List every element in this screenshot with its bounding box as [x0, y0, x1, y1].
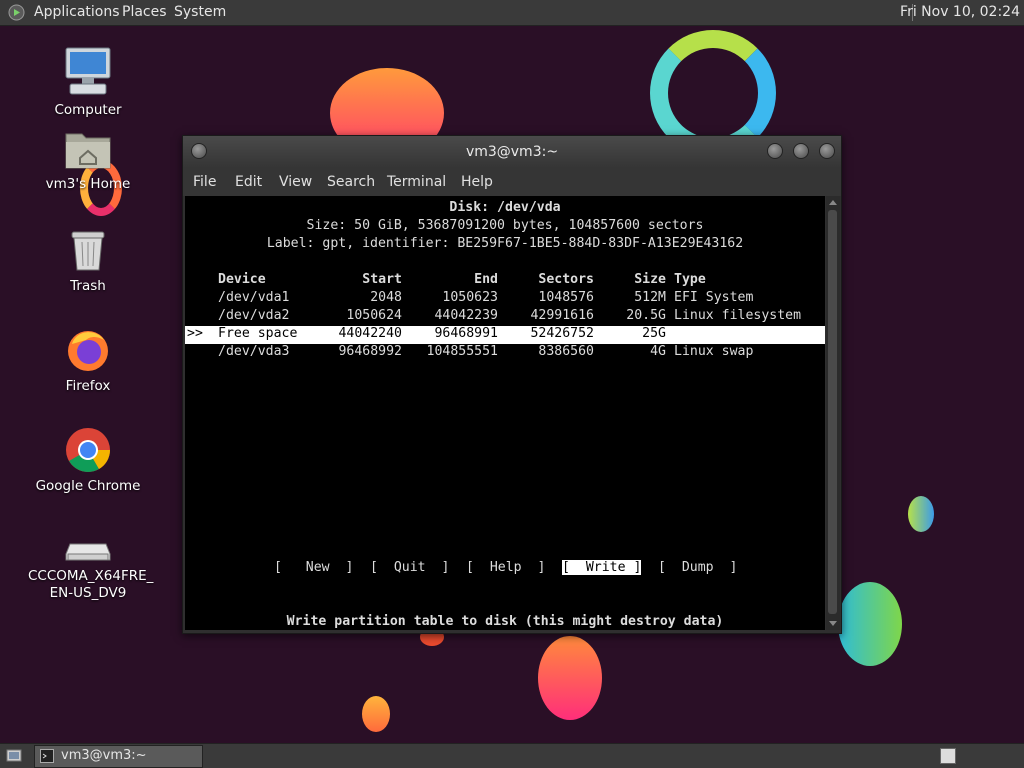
row-size: 25G [642, 326, 666, 341]
taskbar-item-terminal[interactable]: vm3@vm3:~ [34, 745, 203, 768]
scrollbar-thumb[interactable] [828, 210, 837, 614]
computer-icon [65, 47, 111, 95]
menu-edit[interactable]: Edit [235, 174, 262, 190]
row-device: Free space [218, 326, 298, 341]
window-title: vm3@vm3:~ [465, 144, 559, 160]
dump-button[interactable]: [ Dump ] [658, 560, 737, 575]
desktop-icon-optical-drive[interactable]: CCCOMA_X64FRE_ EN-US_DV9 [28, 538, 154, 602]
row-device: /dev/vda2 [218, 308, 290, 323]
window-titlebar[interactable]: vm3@vm3:~ [183, 136, 841, 168]
desktop-icon-chrome[interactable]: Google Chrome [28, 426, 148, 495]
taskbar-item-label: vm3@vm3:~ [61, 748, 147, 763]
row-sectors: 52426752 [530, 326, 594, 341]
row-size: 512M [634, 290, 666, 305]
header-size: Size [634, 272, 666, 287]
menu-terminal[interactable]: Terminal [387, 174, 446, 190]
terminal-window: vm3@vm3:~ File Edit View Search Terminal… [182, 135, 842, 634]
partition-row[interactable]: /dev/vda2 1050624 44042239 42991616 20.5… [185, 308, 825, 326]
row-type: Linux swap [674, 344, 754, 359]
terminal-icon [40, 749, 54, 763]
workspace-switcher-icon[interactable] [940, 748, 956, 764]
places-menu[interactable]: Places [122, 4, 167, 20]
wallpaper-small-orange [362, 696, 390, 732]
top-panel: Applications Places System Fri Nov 10, 0… [0, 0, 1024, 26]
disk-label-line: Label: gpt, identifier: BE259F67-1BE5-88… [266, 236, 744, 251]
icon-label: Computer [54, 102, 122, 118]
scroll-up-icon[interactable] [829, 200, 837, 205]
disk-size-line: Size: 50 GiB, 53687091200 bytes, 1048576… [306, 218, 704, 233]
row-end: 104855551 [426, 344, 498, 359]
header-end: End [474, 272, 498, 287]
help-button[interactable]: [ Help ] [466, 560, 545, 575]
maximize-icon[interactable] [793, 143, 809, 159]
row-type: Linux filesystem [674, 308, 802, 323]
applications-menu[interactable]: Applications [34, 4, 120, 20]
row-sectors: 42991616 [530, 308, 594, 323]
scroll-down-icon[interactable] [829, 621, 837, 626]
icon-label: Trash [70, 278, 106, 294]
desktop-icon-trash[interactable]: Trash [28, 228, 148, 295]
header-sectors: Sectors [538, 272, 594, 287]
row-start: 2048 [370, 290, 402, 305]
menu-search[interactable]: Search [327, 174, 375, 190]
row-end: 1050623 [442, 290, 498, 305]
wallpaper-small-blue [908, 496, 934, 532]
icon-label: vm3's Home [45, 176, 131, 192]
write-button[interactable]: [ Write ] [562, 560, 642, 575]
row-start: 1050624 [346, 308, 402, 323]
menu-file[interactable]: File [193, 174, 216, 190]
icon-label: Firefox [65, 378, 111, 394]
quit-button[interactable]: [ Quit ] [370, 560, 449, 575]
system-menu[interactable]: System [174, 4, 226, 20]
row-start: 44042240 [338, 326, 402, 341]
optical-drive-icon [65, 543, 111, 561]
new-button[interactable]: [ New ] [274, 560, 353, 575]
cfdisk-action-bar: [ New ] [ Quit ] [ Help ] [ Write ] [ Du… [185, 560, 825, 578]
row-sectors: 1048576 [538, 290, 594, 305]
row-sectors: 8386560 [538, 344, 594, 359]
row-size: 4G [650, 344, 666, 359]
row-type: EFI System [674, 290, 754, 305]
close-icon[interactable] [819, 143, 835, 159]
partition-table-header: Device Start End Sectors Size Type [185, 272, 825, 290]
minimize-icon[interactable] [767, 143, 783, 159]
desktop-icon-computer[interactable]: Computer [28, 46, 148, 119]
icon-label: CCCOMA_X64FRE_ EN-US_DV9 [28, 568, 154, 601]
distro-logo-icon[interactable] [8, 4, 25, 21]
partition-row[interactable]: /dev/vda1 2048 1050623 1048576 512M EFI … [185, 290, 825, 308]
partition-row-selected[interactable]: >> Free space 44042240 96468991 52426752… [185, 326, 825, 344]
selection-marker: >> [187, 326, 203, 341]
wallpaper-pink-bubble [538, 636, 602, 720]
action-hint: Write partition table to disk (this migh… [286, 614, 724, 629]
menu-help[interactable]: Help [461, 174, 493, 190]
row-end: 44042239 [434, 308, 498, 323]
wallpaper-blue-bubble [838, 582, 902, 666]
trash-icon [71, 231, 105, 271]
cfdisk-screen[interactable]: Disk: /dev/vda Size: 50 GiB, 53687091200… [185, 196, 825, 630]
desktop-icon-home[interactable]: vm3's Home [28, 128, 148, 193]
terminal-menubar: File Edit View Search Terminal Help [183, 168, 841, 196]
chrome-icon [66, 428, 110, 472]
menu-view[interactable]: View [279, 174, 312, 190]
header-type: Type [674, 272, 706, 287]
bottom-panel: vm3@vm3:~ [0, 743, 1024, 768]
home-folder-icon [65, 133, 111, 169]
desktop-icon-firefox[interactable]: Firefox [28, 326, 148, 395]
header-start: Start [362, 272, 402, 287]
show-desktop-icon[interactable] [6, 748, 22, 764]
disk-title: Disk: /dev/vda [449, 200, 561, 215]
row-start: 96468992 [338, 344, 402, 359]
row-end: 96468991 [434, 326, 498, 341]
row-device: /dev/vda1 [218, 290, 290, 305]
row-size: 20.5G [626, 308, 666, 323]
clock[interactable]: Fri Nov 10, 02:24 [900, 4, 1020, 20]
row-device: /dev/vda3 [218, 344, 290, 359]
terminal-scrollbar[interactable] [826, 196, 840, 630]
icon-label: Google Chrome [35, 478, 141, 494]
firefox-icon [68, 331, 108, 371]
partition-row[interactable]: /dev/vda3 96468992 104855551 8386560 4G … [185, 344, 825, 362]
header-device: Device [218, 272, 266, 287]
